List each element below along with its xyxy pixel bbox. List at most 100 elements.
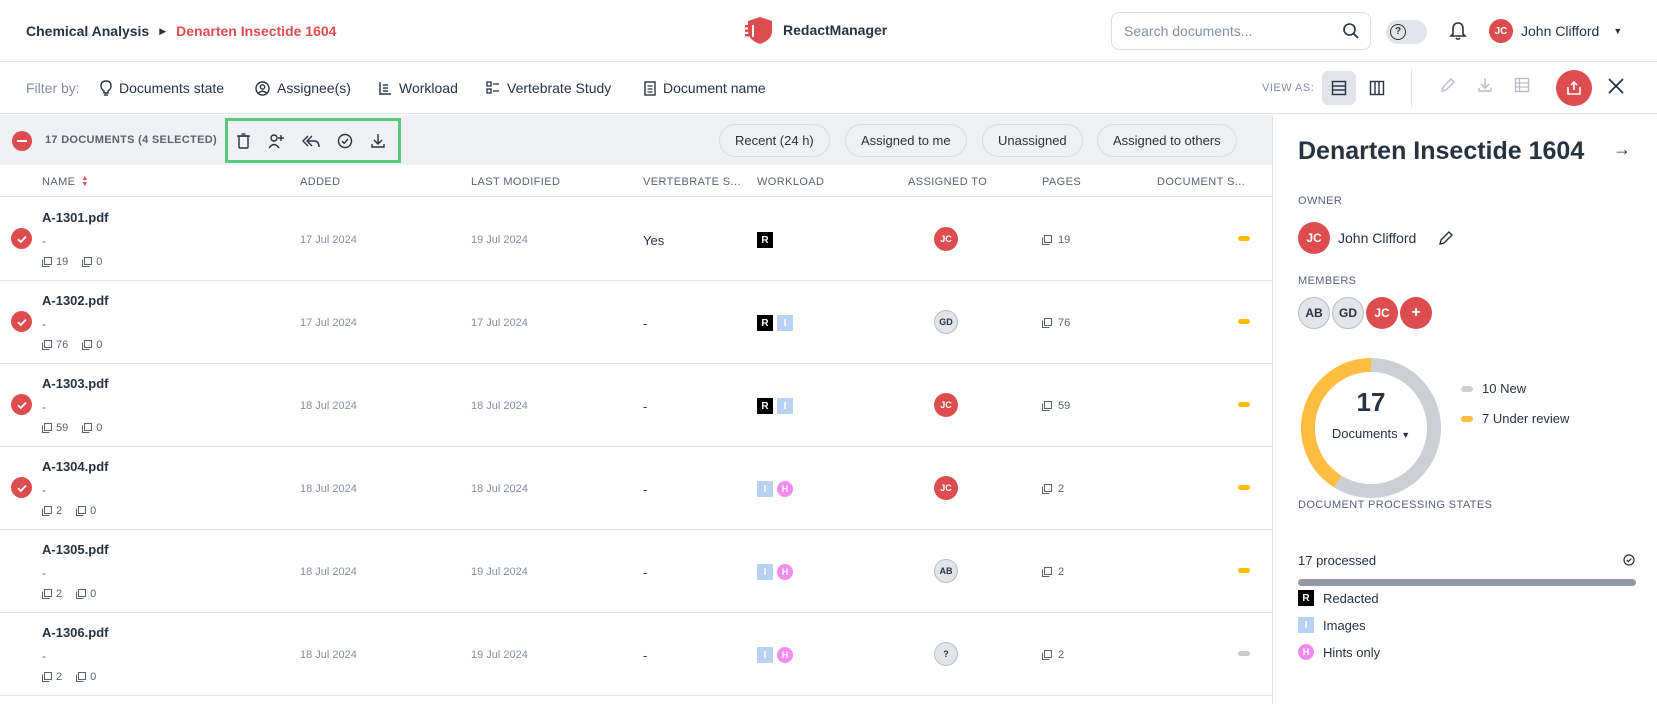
row-checkbox[interactable] xyxy=(11,228,32,249)
images-icon: I xyxy=(757,564,773,580)
row-checkbox[interactable] xyxy=(11,394,32,415)
bell-icon[interactable] xyxy=(1449,21,1467,41)
assignee[interactable]: JC xyxy=(934,476,958,500)
user-menu[interactable]: JC John Clifford ▼ xyxy=(1489,19,1622,43)
trash-icon[interactable] xyxy=(236,132,251,149)
pages-icon xyxy=(1042,650,1052,660)
breadcrumb-root[interactable]: Chemical Analysis xyxy=(26,23,149,39)
search-icon[interactable] xyxy=(1342,22,1360,40)
member-avatar[interactable]: GD xyxy=(1332,297,1364,329)
filter-workload[interactable]: Workload xyxy=(378,80,458,96)
help-toggle[interactable]: ? xyxy=(1386,20,1427,44)
pages-cell: 59 xyxy=(1042,400,1070,412)
arrow-right-icon[interactable]: → xyxy=(1613,139,1631,160)
table-row[interactable]: A-1306.pdf -2 0 18 Jul 2024 19 Jul 2024- I H? 2 xyxy=(0,613,1272,696)
file-name[interactable]: A-1305.pdf xyxy=(42,542,108,557)
user-name: John Clifford xyxy=(1521,23,1600,39)
file-name[interactable]: A-1301.pdf xyxy=(42,210,108,225)
add-member-button[interactable]: + xyxy=(1400,297,1432,329)
file-name[interactable]: A-1304.pdf xyxy=(42,459,108,474)
pages-icon xyxy=(1042,484,1052,494)
table-row[interactable]: A-1305.pdf -2 0 18 Jul 2024 19 Jul 2024- I H AB… xyxy=(0,530,1272,613)
check-circle-icon[interactable] xyxy=(337,133,353,149)
check-icon xyxy=(16,235,27,243)
assignee[interactable]: AB xyxy=(934,559,958,583)
reply-all-icon[interactable] xyxy=(302,134,320,148)
row-checkbox[interactable] xyxy=(11,560,32,581)
file-name[interactable]: A-1306.pdf xyxy=(42,625,108,640)
file-name[interactable]: A-1303.pdf xyxy=(42,376,108,391)
pages-cell: 2 xyxy=(1042,649,1064,661)
quick-filter-unassigned[interactable]: Unassigned xyxy=(982,124,1083,157)
breadcrumb-current[interactable]: Denarten Insectide 1604 xyxy=(176,23,336,39)
annotations-icon xyxy=(76,506,87,516)
share-button[interactable] xyxy=(1556,70,1592,106)
download-icon[interactable] xyxy=(370,133,386,149)
row-checkbox[interactable] xyxy=(11,311,32,332)
column-added[interactable]: ADDED xyxy=(300,176,341,188)
download-icon[interactable] xyxy=(1477,77,1493,93)
column-last-modified[interactable]: LAST MODIFIED xyxy=(471,176,560,188)
row-checkbox[interactable] xyxy=(11,477,32,498)
table-row[interactable]: A-1302.pdf -76 0 17 Jul 2024 17 Jul 2024- R I G… xyxy=(0,281,1272,364)
filter-documents-state[interactable]: Documents state xyxy=(100,80,224,96)
column-pages[interactable]: PAGES xyxy=(1042,176,1081,188)
added-date: 17 Jul 2024 xyxy=(300,317,357,329)
member-avatar[interactable]: JC xyxy=(1366,297,1398,329)
quick-filter-assigned-to-others[interactable]: Assigned to others xyxy=(1097,124,1237,157)
report-icon[interactable] xyxy=(1514,77,1530,93)
vertebrate-study: - xyxy=(643,399,648,414)
file-stats: 59 0 xyxy=(42,422,102,434)
quick-filter-recent[interactable]: Recent (24 h) xyxy=(719,124,830,157)
pencil-icon[interactable] xyxy=(1438,230,1454,246)
vertebrate-study: Yes xyxy=(643,233,665,248)
legend-new[interactable]: 10 New xyxy=(1461,381,1526,396)
close-icon[interactable] xyxy=(1607,77,1625,95)
column-name[interactable]: NAME ▲ ▼ xyxy=(42,175,89,188)
donut-total: 17 xyxy=(1356,387,1386,417)
column-document-status[interactable]: DOCUMENT S... xyxy=(1157,176,1245,188)
search-box[interactable] xyxy=(1111,12,1371,50)
filter-vertebrate-study[interactable]: Vertebrate Study xyxy=(486,80,611,96)
donut-dropdown[interactable]: Documents ▼ xyxy=(1298,426,1444,441)
modified-date: 19 Jul 2024 xyxy=(471,566,528,578)
assignee[interactable]: ? xyxy=(934,642,958,666)
edit-icon[interactable] xyxy=(1440,77,1456,93)
filter-assignees[interactable]: Assignee(s) xyxy=(255,80,351,96)
check-icon xyxy=(16,401,27,409)
assignee[interactable]: GD xyxy=(934,310,958,334)
quick-filter-assigned-to-me[interactable]: Assigned to me xyxy=(845,124,967,157)
view-board-button[interactable] xyxy=(1360,71,1394,105)
legend-under-review[interactable]: 7 Under review xyxy=(1461,411,1569,426)
column-assigned-to[interactable]: ASSIGNED TO xyxy=(908,176,987,188)
images-icon: I xyxy=(757,481,773,497)
check-icon xyxy=(16,318,27,326)
file-subtitle: - xyxy=(42,483,46,497)
annotation-count: 0 xyxy=(90,505,97,517)
assignee[interactable]: JC xyxy=(934,227,958,251)
status-indicator xyxy=(1238,651,1250,656)
table-row[interactable]: A-1304.pdf -2 0 18 Jul 2024 18 Jul 2024- I H JC… xyxy=(0,447,1272,530)
legend-under-review-label: 7 Under review xyxy=(1482,411,1570,426)
column-workload[interactable]: WORKLOAD xyxy=(757,176,824,188)
row-checkbox[interactable] xyxy=(11,643,32,664)
assignee[interactable]: JC xyxy=(934,393,958,417)
columns-icon xyxy=(1369,80,1385,96)
filter-document-name[interactable]: Document name xyxy=(644,80,766,96)
images-icon: I xyxy=(757,647,773,663)
owner-avatar: JC xyxy=(1298,222,1330,254)
table-row[interactable]: A-1303.pdf -59 0 18 Jul 2024 18 Jul 2024- R I J… xyxy=(0,364,1272,447)
table-row[interactable]: A-1301.pdf -19 0 17 Jul 2024 19 Jul 2024 Yes R… xyxy=(0,198,1272,281)
workload-icon xyxy=(379,81,391,95)
member-avatar[interactable]: AB xyxy=(1298,297,1330,329)
owner-name: John Clifford xyxy=(1338,230,1417,246)
deselect-all-button[interactable] xyxy=(12,131,32,151)
list-icon xyxy=(486,81,499,94)
assign-user-icon[interactable] xyxy=(268,133,285,149)
view-list-button[interactable] xyxy=(1322,71,1356,105)
brand[interactable]: RedactManager xyxy=(745,15,887,45)
column-vertebrate-study[interactable]: VERTEBRATE S... xyxy=(643,176,741,188)
file-name[interactable]: A-1302.pdf xyxy=(42,293,108,308)
search-input[interactable] xyxy=(1124,23,1334,39)
images-icon: I xyxy=(777,315,793,331)
